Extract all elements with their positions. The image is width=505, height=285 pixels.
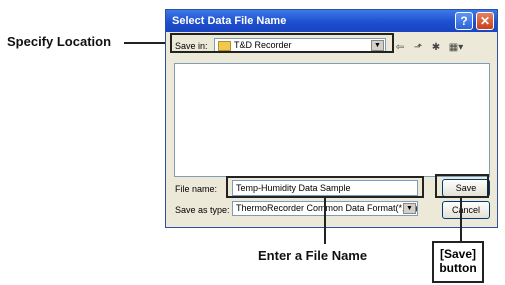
cancel-button[interactable]: Cancel (442, 201, 490, 219)
file-name-highlight (226, 176, 424, 198)
chevron-down-icon[interactable]: ▼ (403, 203, 416, 214)
save-button-leader (460, 198, 462, 242)
up-folder-icon[interactable]: ⬏ (410, 41, 426, 55)
save-in-highlight (170, 33, 394, 53)
close-button[interactable]: ✕ (476, 12, 494, 30)
file-name-leader (324, 198, 326, 244)
enter-file-name-callout: Enter a File Name (258, 248, 368, 263)
specify-location-callout: Specify Location (7, 34, 112, 49)
save-callout-line1: [Save] (439, 247, 477, 261)
file-list[interactable] (174, 63, 490, 177)
new-folder-icon[interactable]: ✱ (428, 41, 444, 55)
save-button-highlight (435, 174, 489, 198)
save-callout-line2: button (439, 261, 477, 275)
save-button-callout: [Save] button (432, 241, 484, 283)
dialog-titlebar: Select Data File Name ? ✕ (166, 10, 497, 32)
save-as-type-label: Save as type: (175, 205, 230, 215)
save-as-type-value: ThermoRecorder Common Data Format(*.trx) (236, 203, 418, 213)
dialog-title: Select Data File Name (172, 15, 287, 27)
file-name-label: File name: (175, 184, 218, 194)
views-menu-icon[interactable]: ▦▾ (448, 41, 464, 55)
help-button[interactable]: ? (455, 12, 473, 30)
back-icon[interactable]: ⇦ (392, 41, 408, 55)
